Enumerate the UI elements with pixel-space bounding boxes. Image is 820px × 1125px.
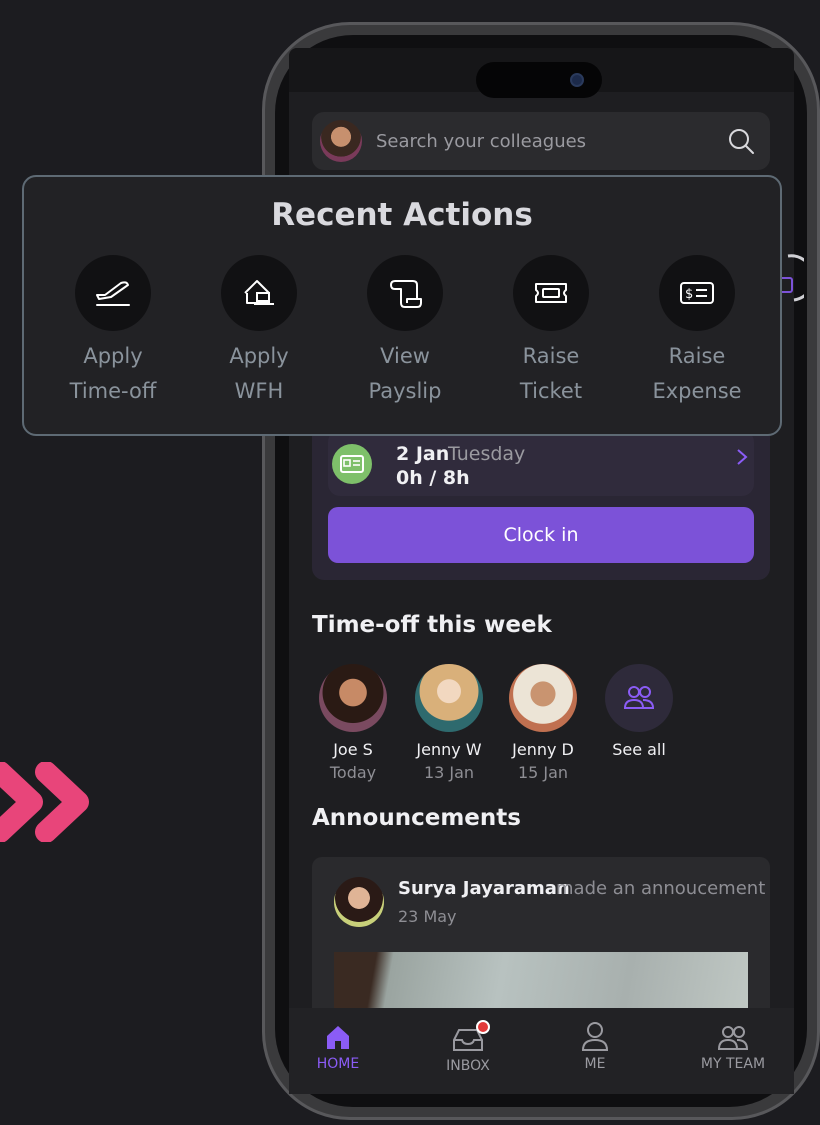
timeoff-title: Time-off this week — [312, 612, 552, 638]
action-raise-ticket[interactable]: Raise Ticket — [481, 255, 621, 409]
announcement-card[interactable]: Surya Jayaraman made an annoucement 23 M… — [312, 857, 770, 1027]
tab-label: HOME — [316, 1056, 360, 1072]
action-label: View Payslip — [368, 344, 442, 403]
double-chevron-right-icon — [0, 762, 89, 842]
chevron-right-icon[interactable] — [734, 447, 750, 467]
attendance-day: Tuesday — [448, 443, 526, 465]
timeoff-person[interactable]: Jenny W 13 Jan — [401, 664, 497, 782]
avatar — [415, 664, 483, 732]
person-name: Jenny W — [416, 740, 482, 759]
action-raise-expense[interactable]: $ Raise Expense — [627, 255, 767, 409]
person-name: Joe S — [333, 740, 373, 759]
action-label: Raise Expense — [652, 344, 742, 403]
airplane-icon — [75, 255, 151, 331]
camera-icon — [570, 73, 584, 87]
action-apply-time-off[interactable]: Apply Time-off — [43, 255, 183, 409]
search-bar[interactable]: Search your colleagues — [312, 112, 770, 170]
announcements-title: Announcements — [312, 805, 521, 831]
tab-inbox[interactable]: INBOX — [413, 1024, 523, 1074]
team-icon — [605, 664, 673, 732]
tab-label: MY TEAM — [700, 1056, 766, 1072]
person-date: 15 Jan — [517, 763, 569, 782]
tab-label: INBOX — [446, 1058, 490, 1074]
action-label: Apply WFH — [229, 344, 289, 403]
tab-home[interactable]: HOME — [283, 1022, 393, 1072]
id-card-icon — [332, 444, 372, 484]
search-input[interactable]: Search your colleagues — [376, 131, 586, 152]
attendance-hours: 0h / 8h — [396, 467, 470, 489]
home-laptop-icon — [221, 255, 297, 331]
avatar — [334, 877, 384, 927]
timeoff-person[interactable]: Joe S Today — [305, 664, 401, 782]
see-all-button[interactable]: See all — [591, 664, 687, 759]
search-icon[interactable] — [726, 126, 756, 156]
see-all-label: See all — [612, 740, 666, 759]
avatar[interactable] — [320, 120, 362, 162]
home-icon — [327, 1026, 349, 1049]
user-icon — [581, 1022, 609, 1051]
avatar — [319, 664, 387, 732]
attendance-day-row[interactable] — [328, 430, 754, 496]
recent-actions-title: Recent Actions — [271, 197, 533, 233]
attendance-date: 2 Jan — [396, 443, 450, 465]
svg-text:$: $ — [685, 287, 693, 302]
action-label: Apply Time-off — [69, 344, 157, 403]
recent-actions-panel: Recent Actions Apply Time-off Apply WFH — [22, 175, 782, 436]
announcement-action: made an annoucement — [556, 878, 766, 899]
person-date: 13 Jan — [423, 763, 475, 782]
person-date: Today — [329, 763, 377, 782]
person-name: Jenny D — [512, 740, 574, 759]
notification-badge — [476, 1020, 490, 1034]
announcement-date: 23 May — [398, 907, 457, 926]
ticket-icon — [513, 255, 589, 331]
expense-icon: $ — [659, 255, 735, 331]
tab-me[interactable]: ME — [540, 1020, 650, 1072]
team-icon — [717, 1026, 749, 1050]
clock-in-button[interactable]: Clock in — [328, 507, 754, 563]
scroll-icon — [367, 255, 443, 331]
avatar — [509, 664, 577, 732]
tab-my-team[interactable]: MY TEAM — [678, 1022, 788, 1072]
announcement-author[interactable]: Surya Jayaraman — [398, 878, 570, 899]
action-label: Raise Ticket — [519, 344, 583, 403]
action-view-payslip[interactable]: View Payslip — [335, 255, 475, 409]
tab-label: ME — [584, 1056, 606, 1072]
action-apply-wfh[interactable]: Apply WFH — [189, 255, 329, 409]
timeoff-person[interactable]: Jenny D 15 Jan — [495, 664, 591, 782]
